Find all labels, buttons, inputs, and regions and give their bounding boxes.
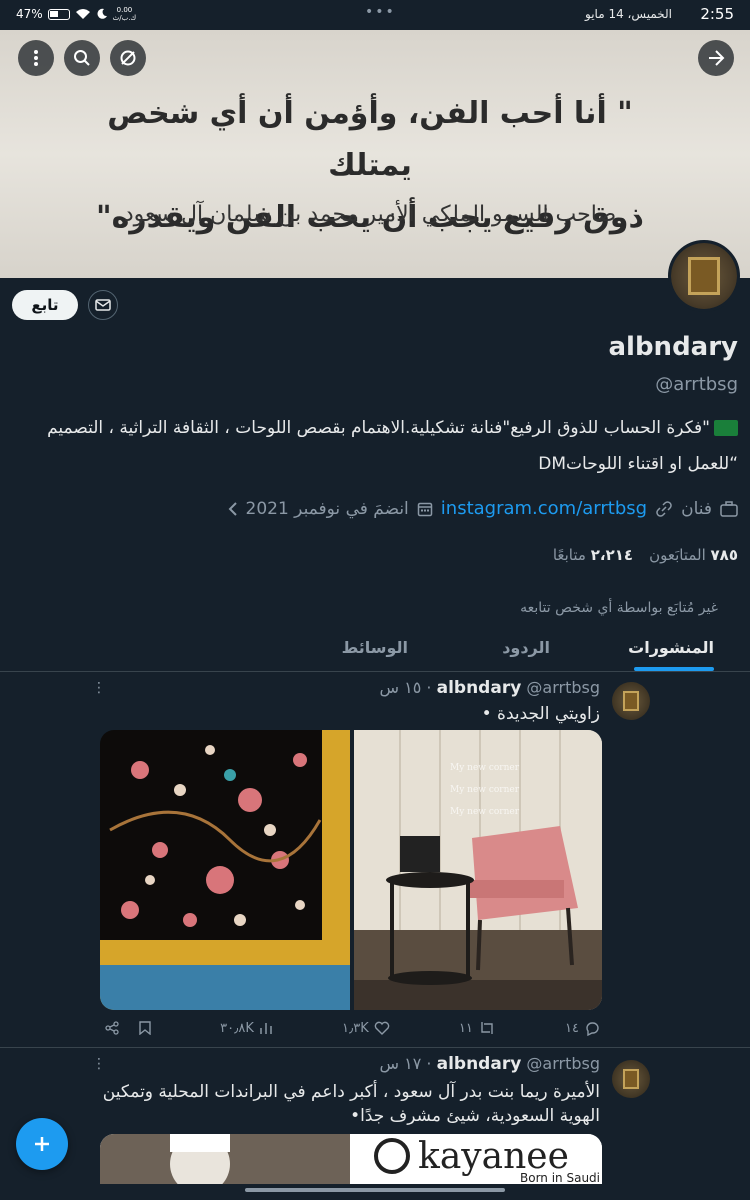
back-button[interactable] <box>698 40 734 76</box>
banner-author: صاحب السمو الملكي الأمير محمد بن سلمان آ… <box>123 202 617 227</box>
media-tagline: Born in Saudi <box>520 1171 600 1184</box>
data-rate: 0.00 ك.ب/ث <box>112 6 137 22</box>
moon-icon <box>97 8 107 19</box>
saudi-flag-icon <box>714 420 738 436</box>
tweet-media[interactable]: My new corner My new corner My new corne… <box>100 730 602 1010</box>
tweet-author-handle: @arrtbsg <box>526 678 600 697</box>
more-options-button[interactable] <box>18 40 54 76</box>
heart-icon <box>374 1021 389 1035</box>
home-indicator[interactable] <box>245 1188 505 1192</box>
share-icon[interactable] <box>105 1021 119 1035</box>
mail-icon <box>95 299 111 311</box>
reply-icon <box>586 1022 599 1036</box>
battery-percent: 47% <box>16 7 43 21</box>
calendar-icon <box>417 502 433 516</box>
tweet-author-name: albndary <box>436 1054 522 1074</box>
tweet-avatar[interactable] <box>612 682 650 720</box>
followers-stat[interactable]: ٢،٢١٤ متابعًا <box>553 546 633 564</box>
profile-link[interactable]: instagram.com/arrtbsg <box>441 498 647 519</box>
retweet-icon <box>481 1022 493 1034</box>
follow-stats: ٧٨٥ المتابَعون ٢،٢١٤ متابعًا <box>553 546 738 564</box>
retweet-action[interactable]: ١١ <box>459 1020 496 1036</box>
views-action[interactable]: ٣٠٫٨K <box>220 1020 273 1036</box>
tab-media[interactable]: الوسائط <box>342 638 408 657</box>
tweet-actions: ١٤ ١١ ١٫٣K ٣٠٫٨K <box>105 1020 600 1036</box>
profile-name: albndary <box>608 332 738 362</box>
arrow-right-icon <box>709 50 725 66</box>
profile-handle: @arrtbsg <box>655 374 738 395</box>
avatar-image <box>671 243 737 309</box>
tab-replies[interactable]: الردود <box>502 638 550 657</box>
media-images: My new corner My new corner My new corne… <box>100 730 602 1010</box>
following-stat[interactable]: ٧٨٥ المتابَعون <box>649 546 738 564</box>
media-caption-1: My new corner <box>450 763 520 773</box>
tweet-text: زاويتي الجديدة • <box>481 704 600 724</box>
tweet-author-name: albndary <box>436 678 522 698</box>
status-dots: ••• <box>365 4 396 20</box>
media-caption-2: My new corner <box>450 785 520 795</box>
status-date: الخميس، 14 مايو <box>585 7 672 21</box>
message-button[interactable] <box>88 290 118 320</box>
join-date: انضمَ في نوفمبر 2021 <box>245 498 409 519</box>
tweet-author-handle: @arrtbsg <box>526 1054 600 1073</box>
tweet-media[interactable]: kayanee Born in Saudi <box>100 1134 602 1184</box>
views-icon <box>260 1023 272 1034</box>
compose-button[interactable] <box>16 1118 68 1170</box>
chevron-left-icon[interactable] <box>228 501 238 517</box>
tweet-more-icon[interactable]: ⋮ <box>92 1056 106 1072</box>
action-icons <box>105 1020 151 1036</box>
bookmark-icon[interactable] <box>139 1021 151 1035</box>
active-tab-indicator <box>634 667 714 671</box>
tab-posts[interactable]: المنشورات <box>628 638 714 657</box>
tweet-time: ١٧ س <box>379 1054 422 1073</box>
like-action[interactable]: ١٫٣K <box>342 1020 390 1036</box>
tweet-header: albndary @arrtbsg · ١٥ س <box>379 678 600 698</box>
tweet-text: الأميرة ريما بنت بدر آل سعود ، أكبر داعم… <box>102 1082 600 1126</box>
search-button[interactable] <box>64 40 100 76</box>
profile-avatar[interactable] <box>668 240 740 312</box>
grok-icon <box>120 50 136 66</box>
link-icon <box>656 500 672 517</box>
tweet-more-icon[interactable]: ⋮ <box>92 680 106 696</box>
profile-bio: "فكرة الحساب للذوق الرفيع"فنانة تشكيلية.… <box>47 418 738 474</box>
plus-icon <box>35 1137 49 1151</box>
briefcase-icon <box>720 500 738 517</box>
battery-icon <box>47 8 70 20</box>
wifi-icon <box>75 9 90 19</box>
reply-action[interactable]: ١٤ <box>565 1020 600 1036</box>
media-caption-3: My new corner <box>450 807 520 817</box>
follow-button[interactable]: تابع <box>12 290 78 320</box>
status-bar: 47% 0.00 ك.ب/ث ••• الخميس، 14 مايو 2:55 <box>0 0 750 30</box>
tweet-avatar[interactable] <box>612 1060 650 1098</box>
profile-meta: فنان instagram.com/arrtbsg انضمَ في نوفم… <box>8 498 738 519</box>
grok-button[interactable] <box>110 40 146 76</box>
profile-tabs: المنشورات الردود الوسائط <box>0 628 750 672</box>
status-left: 47% 0.00 ك.ب/ث <box>16 6 136 22</box>
tweet-time: ١٥ س <box>379 678 422 697</box>
media-image: kayanee Born in Saudi <box>100 1134 602 1184</box>
profession: فنان <box>681 498 712 519</box>
status-time: 2:55 <box>700 5 734 23</box>
tweet-header: albndary @arrtbsg · ١٧ س <box>379 1054 600 1074</box>
tweet[interactable]: albndary @arrtbsg · ١٥ س ⋮ زاويتي الجديد… <box>0 672 750 1048</box>
search-icon <box>74 50 90 66</box>
more-vertical-icon <box>34 50 38 66</box>
tweet[interactable]: albndary @arrtbsg · ١٧ س ⋮ الأميرة ريما … <box>0 1048 750 1200</box>
not-followed-notice: غير مُتابَع بواسطة أي شخص تتابعه <box>520 600 718 616</box>
